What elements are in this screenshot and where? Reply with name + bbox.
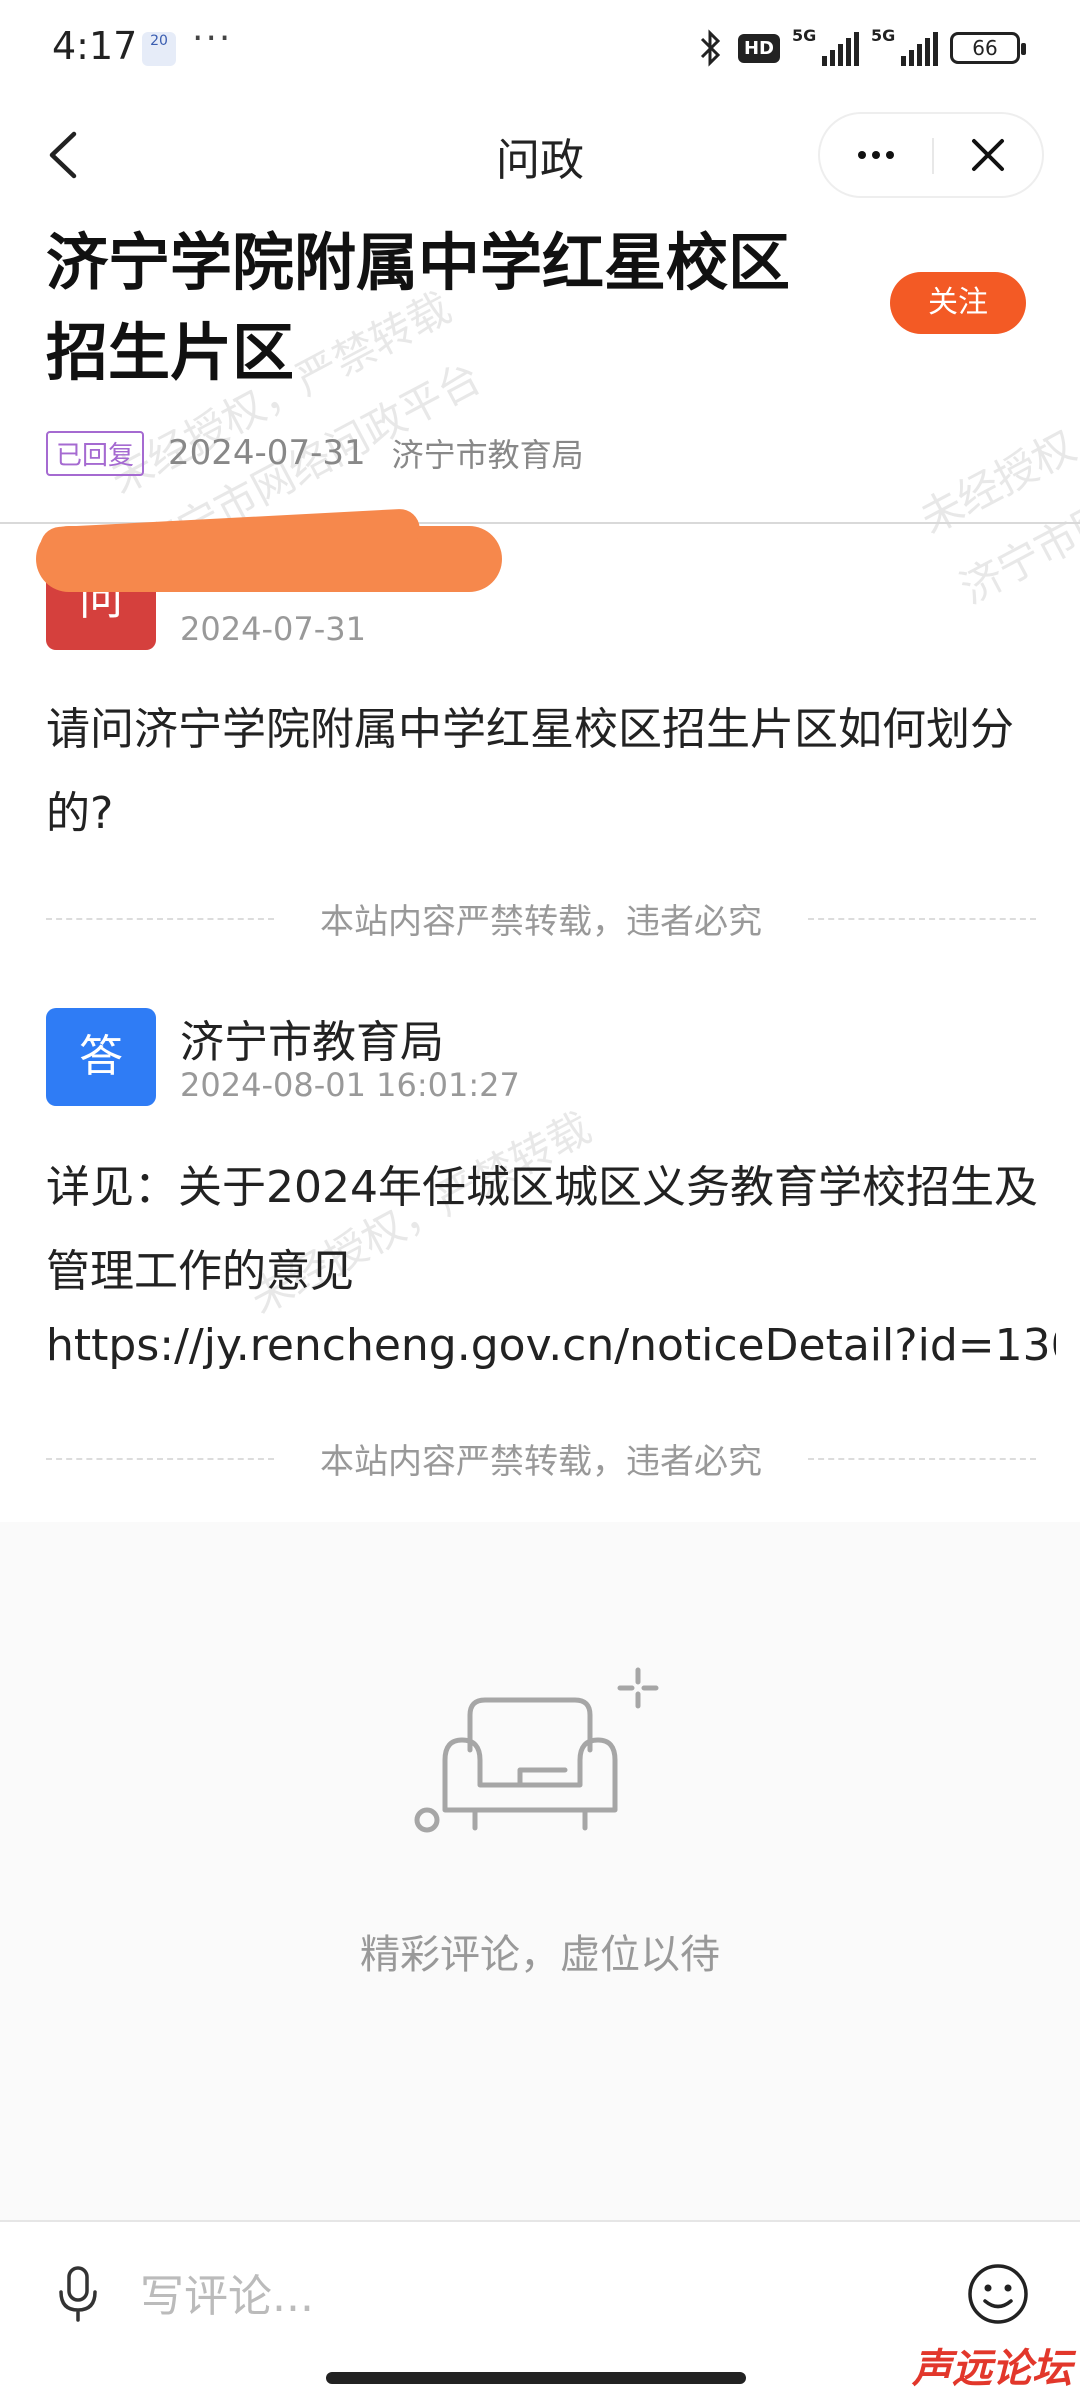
home-indicator[interactable] xyxy=(326,2372,746,2384)
network-type-label-2: 5G xyxy=(871,26,896,45)
question-date: 2024-07-31 xyxy=(180,610,366,648)
more-notifications-icon: ··· xyxy=(192,18,233,59)
status-badge: 已回复 xyxy=(46,430,145,476)
signal-icon: 5G xyxy=(792,26,859,66)
article-date: 2024-07-31 xyxy=(168,433,366,473)
watermark: 未经授权，严禁转载 xyxy=(912,322,1080,544)
mini-program-capsule xyxy=(818,112,1044,198)
sofa-icon xyxy=(414,1667,659,1833)
close-button[interactable] xyxy=(934,114,1042,196)
article-meta: 已回复 2024-07-31 济宁市教育局 xyxy=(46,430,584,476)
status-icons: HD 5G 5G 66 xyxy=(696,26,1026,68)
nav-bar: 问政 xyxy=(0,100,1080,210)
notice-line xyxy=(46,1457,274,1460)
battery-icon: 66 xyxy=(950,32,1026,64)
answer-link[interactable]: https://jy.rencheng.gov.cn/noticeDetail?… xyxy=(46,1320,1056,1371)
copyright-notice: 本站内容严禁转载，违者必究 xyxy=(46,894,1036,943)
answer-time: 2024-08-01 16:01:27 xyxy=(180,1066,520,1104)
notice-line xyxy=(808,917,1036,920)
bottom-bar: 写评论... 声远论坛 xyxy=(0,2220,1080,2400)
copyright-notice: 本站内容严禁转载，违者必究 xyxy=(46,1434,1036,1483)
question-text: 请问济宁学院附属中学红星校区招生片区如何划分的? xyxy=(46,704,1014,839)
signal-icon-2: 5G xyxy=(871,26,938,66)
notice-line xyxy=(46,917,274,920)
microphone-icon[interactable] xyxy=(56,2264,100,2324)
hd-voice-icon: HD xyxy=(737,33,780,63)
network-type-label: 5G xyxy=(792,26,817,45)
watermark: 济宁市网络问政平台 xyxy=(952,392,1080,614)
answer-department: 济宁市教育局 xyxy=(180,1017,444,1068)
emoji-icon[interactable] xyxy=(966,2262,1030,2326)
more-button[interactable] xyxy=(820,114,932,196)
status-bar: 4:17 20 ··· HD 5G 5G 66 xyxy=(0,0,1080,100)
notice-line xyxy=(808,1457,1036,1460)
notice-text: 本站内容严禁转载，违者必究 xyxy=(320,1442,762,1482)
comment-input[interactable]: 写评论... xyxy=(140,2260,314,2324)
comments-section xyxy=(0,1522,1080,2222)
follow-button[interactable]: 关注 xyxy=(890,272,1026,334)
calendar-icon: 20 xyxy=(142,32,176,66)
notice-text: 本站内容严禁转载，违者必究 xyxy=(320,902,762,942)
answer-text: 详见：关于2024年任城区城区义务教育学校招生及管理工作的意见 xyxy=(46,1162,1038,1297)
answer-avatar: 答 xyxy=(46,1008,156,1106)
close-icon xyxy=(972,139,1004,171)
forum-watermark-logo: 声远论坛 xyxy=(912,2346,1072,2392)
more-dot-icon xyxy=(858,151,866,159)
empty-comments-text: 精彩评论，虚位以待 xyxy=(360,1932,720,1978)
article-title: 济宁学院附属中学红星校区招生片区 xyxy=(46,226,791,389)
article-department: 济宁市教育局 xyxy=(391,436,584,474)
status-time: 4:17 xyxy=(52,24,138,68)
bluetooth-icon xyxy=(700,29,721,67)
